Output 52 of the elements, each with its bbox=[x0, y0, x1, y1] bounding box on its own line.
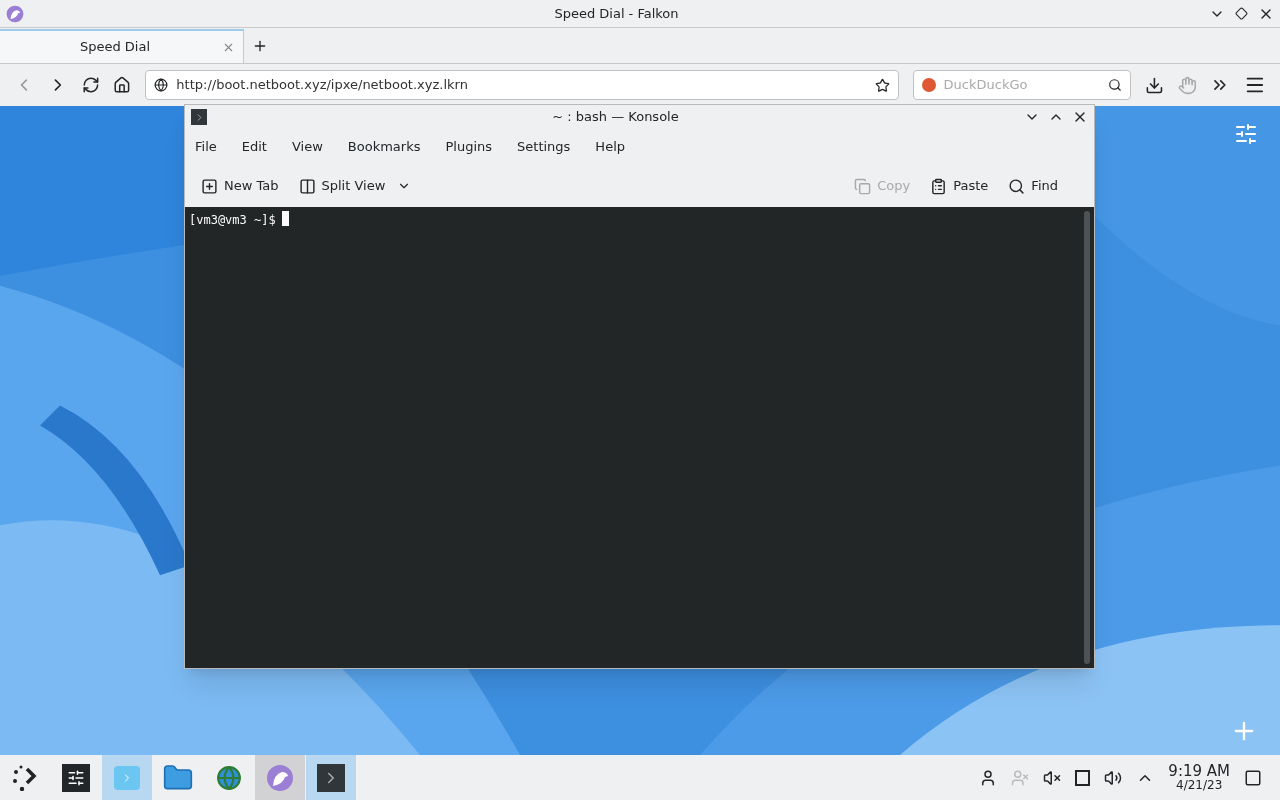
prompt-text: [vm3@vm3 ~]$ bbox=[189, 212, 276, 229]
toolbar-button[interactable]: Paste bbox=[930, 176, 989, 196]
url-text: http://boot.netboot.xyz/ipxe/netboot.xyz.lkrn bbox=[176, 76, 469, 95]
window-title: Speed Dial - Falkon bbox=[553, 4, 680, 23]
bird-icon bbox=[266, 763, 294, 792]
menu-item[interactable]: Plugins bbox=[445, 137, 493, 157]
clock-time: 9:19 AM bbox=[1168, 764, 1230, 779]
maximize-icon[interactable] bbox=[1235, 7, 1248, 20]
falkon-icon bbox=[6, 4, 24, 23]
folder-icon bbox=[114, 765, 140, 790]
toolbar-button[interactable]: Find bbox=[1008, 176, 1058, 196]
clock[interactable]: 9:19 AM 4/21/23 bbox=[1168, 764, 1230, 791]
launcher-icon bbox=[12, 764, 38, 791]
globe-icon bbox=[216, 764, 242, 791]
toolbar-button[interactable]: New Tab bbox=[201, 176, 279, 196]
window-title: ~ : bash — Konsole bbox=[551, 108, 680, 127]
menu-item[interactable]: Settings bbox=[517, 137, 571, 157]
sliders-icon bbox=[62, 763, 90, 792]
scrollbar[interactable] bbox=[1084, 211, 1090, 664]
address-bar[interactable]: http://boot.netboot.xyz/ipxe/netboot.xyz.lkrn bbox=[145, 70, 899, 100]
menu-item[interactable]: Help bbox=[595, 137, 625, 157]
clock-date: 4/21/23 bbox=[1176, 779, 1223, 791]
reload-icon[interactable] bbox=[81, 76, 100, 94]
search-icon[interactable] bbox=[1107, 78, 1122, 92]
duckduckgo-icon bbox=[921, 78, 936, 92]
browser-tab[interactable]: Speed Dial bbox=[0, 29, 244, 63]
search-placeholder: DuckDuckGo bbox=[943, 76, 1029, 95]
toolbar-button[interactable]: Split View bbox=[298, 176, 412, 196]
settings-icon[interactable] bbox=[1234, 122, 1258, 146]
terminal-area[interactable]: [vm3@vm3 ~]$ bbox=[185, 207, 1094, 668]
home-icon[interactable] bbox=[113, 76, 132, 94]
menu-item[interactable]: File bbox=[195, 137, 217, 157]
globe-icon bbox=[154, 78, 169, 92]
new-tab-icon bbox=[201, 177, 218, 195]
menu-item[interactable]: Edit bbox=[241, 137, 267, 157]
tab-title: Speed Dial bbox=[78, 38, 152, 57]
star-icon[interactable] bbox=[874, 77, 890, 93]
download-icon[interactable] bbox=[1144, 75, 1164, 95]
volume-icon[interactable] bbox=[1104, 768, 1123, 787]
search-icon bbox=[1008, 177, 1026, 195]
terminal-icon bbox=[317, 763, 345, 792]
muted-icon[interactable] bbox=[1043, 768, 1062, 787]
new-tab-icon[interactable] bbox=[252, 38, 268, 54]
menu-item[interactable]: View bbox=[291, 137, 323, 157]
konsole-icon bbox=[191, 109, 207, 125]
taskbar-item[interactable] bbox=[306, 755, 356, 800]
paste-icon bbox=[930, 177, 948, 195]
copy-icon bbox=[854, 177, 872, 195]
menu-item[interactable]: Bookmarks bbox=[347, 137, 421, 157]
show-desktop-icon[interactable] bbox=[1244, 768, 1262, 787]
text-cursor bbox=[281, 211, 289, 226]
split-view-icon bbox=[298, 177, 316, 195]
